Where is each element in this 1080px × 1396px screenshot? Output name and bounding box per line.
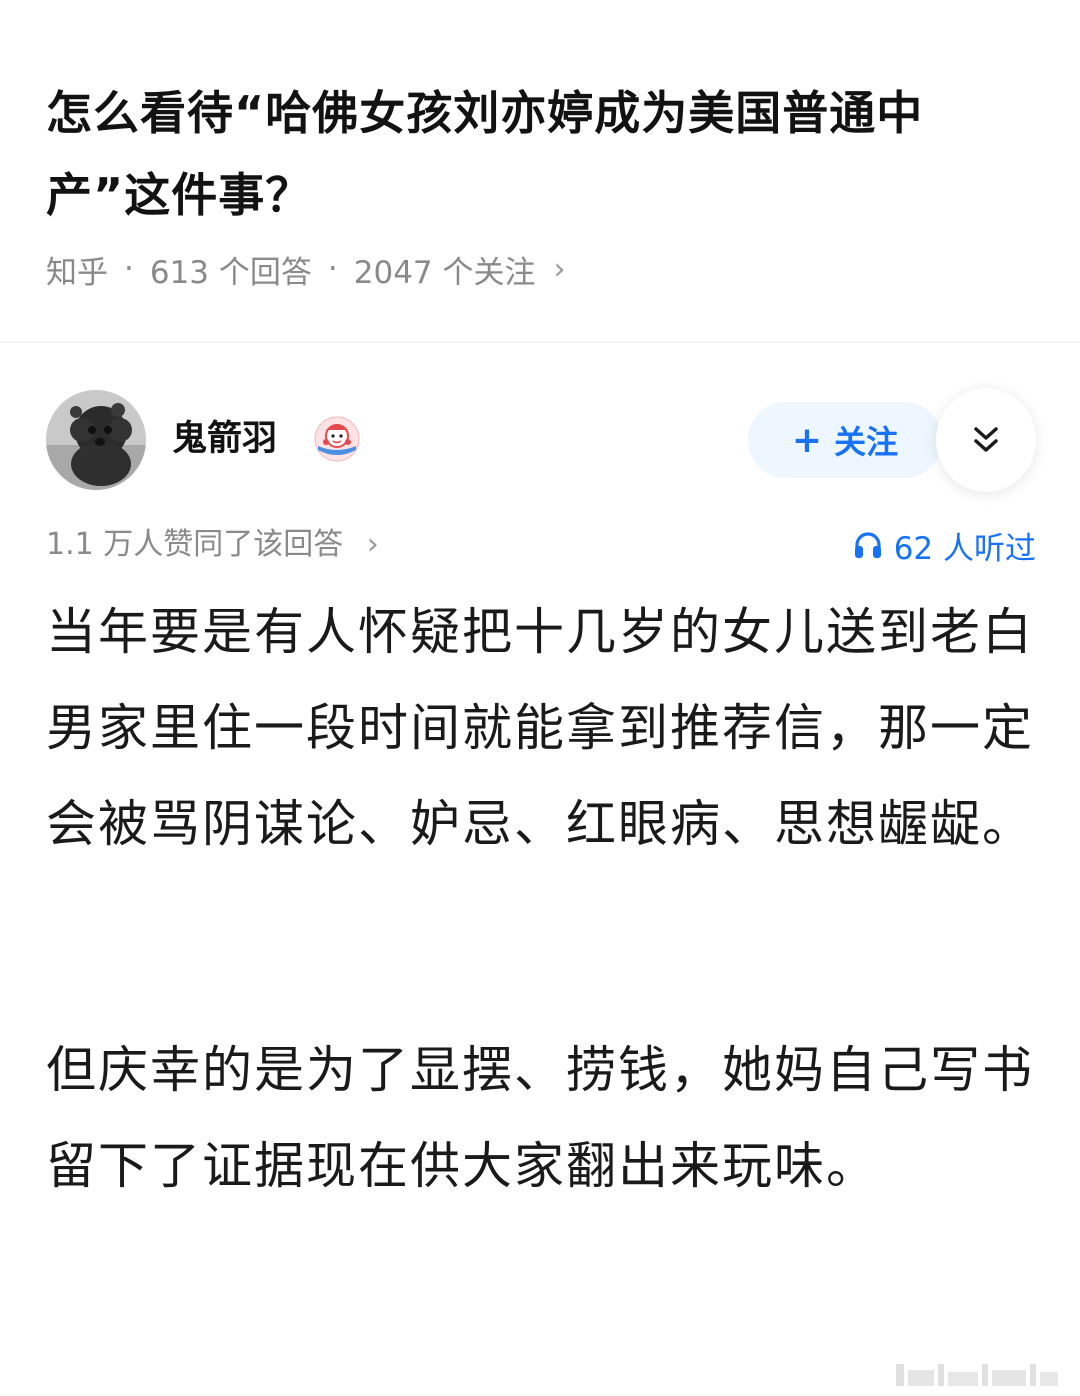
meta-separator: · xyxy=(124,251,134,287)
answer-paragraph: 但庆幸的是为了显摆、捞钱，她妈自己写书留下了证据现在供大家翻出来玩味。 xyxy=(46,1041,1034,1195)
upvote-count: 1.1 万人赞同了该回答 xyxy=(46,527,344,562)
avatar[interactable] xyxy=(46,390,146,490)
upvote-summary[interactable]: 1.1 万人赞同了该回答 › xyxy=(46,520,379,570)
question-header: 怎么看待“哈佛女孩刘亦婷成为美国普通中产”这件事？ 知乎 · 613 个回答 ·… xyxy=(46,72,1036,291)
answer-paragraph: 当年要是有人怀疑把十几岁的女儿送到老白男家里住一段时间就能拿到推荐信，那一定会被… xyxy=(46,603,1034,853)
answers-count: 613 个回答 xyxy=(149,254,312,291)
follow-label: 关注 xyxy=(834,423,899,461)
chevron-right-icon: › xyxy=(553,251,566,287)
answer-meta: 1.1 万人赞同了该回答 › 62 人听过 xyxy=(46,520,1036,570)
section-divider xyxy=(0,342,1080,343)
meta-separator: · xyxy=(327,251,338,287)
source-label: 知乎 xyxy=(46,254,108,291)
followers-count: 2047 个关注 xyxy=(353,254,536,291)
author-row: 鬼箭羽 + 关注 xyxy=(46,388,1036,500)
listen-button[interactable]: 62 人听过 xyxy=(852,520,1036,570)
headphones-icon xyxy=(854,532,881,558)
watermark-logo xyxy=(896,1360,1060,1388)
dog-avatar-icon xyxy=(46,390,146,490)
plus-icon: + xyxy=(791,419,823,461)
double-chevron-down-icon xyxy=(974,427,998,452)
chevron-right-icon: › xyxy=(366,527,379,562)
question-meta[interactable]: 知乎 · 613 个回答 · 2047 个关注 › xyxy=(46,244,566,294)
listened-count: 62 人听过 xyxy=(893,530,1036,567)
question-title[interactable]: 怎么看待“哈佛女孩刘亦婷成为美国普通中产”这件事？ xyxy=(46,72,1036,236)
author-name[interactable]: 鬼箭羽 xyxy=(172,414,277,464)
collapse-button[interactable] xyxy=(936,388,1036,492)
follow-button[interactable]: + 关注 xyxy=(748,402,942,478)
red-mascot-badge-icon xyxy=(314,416,360,462)
